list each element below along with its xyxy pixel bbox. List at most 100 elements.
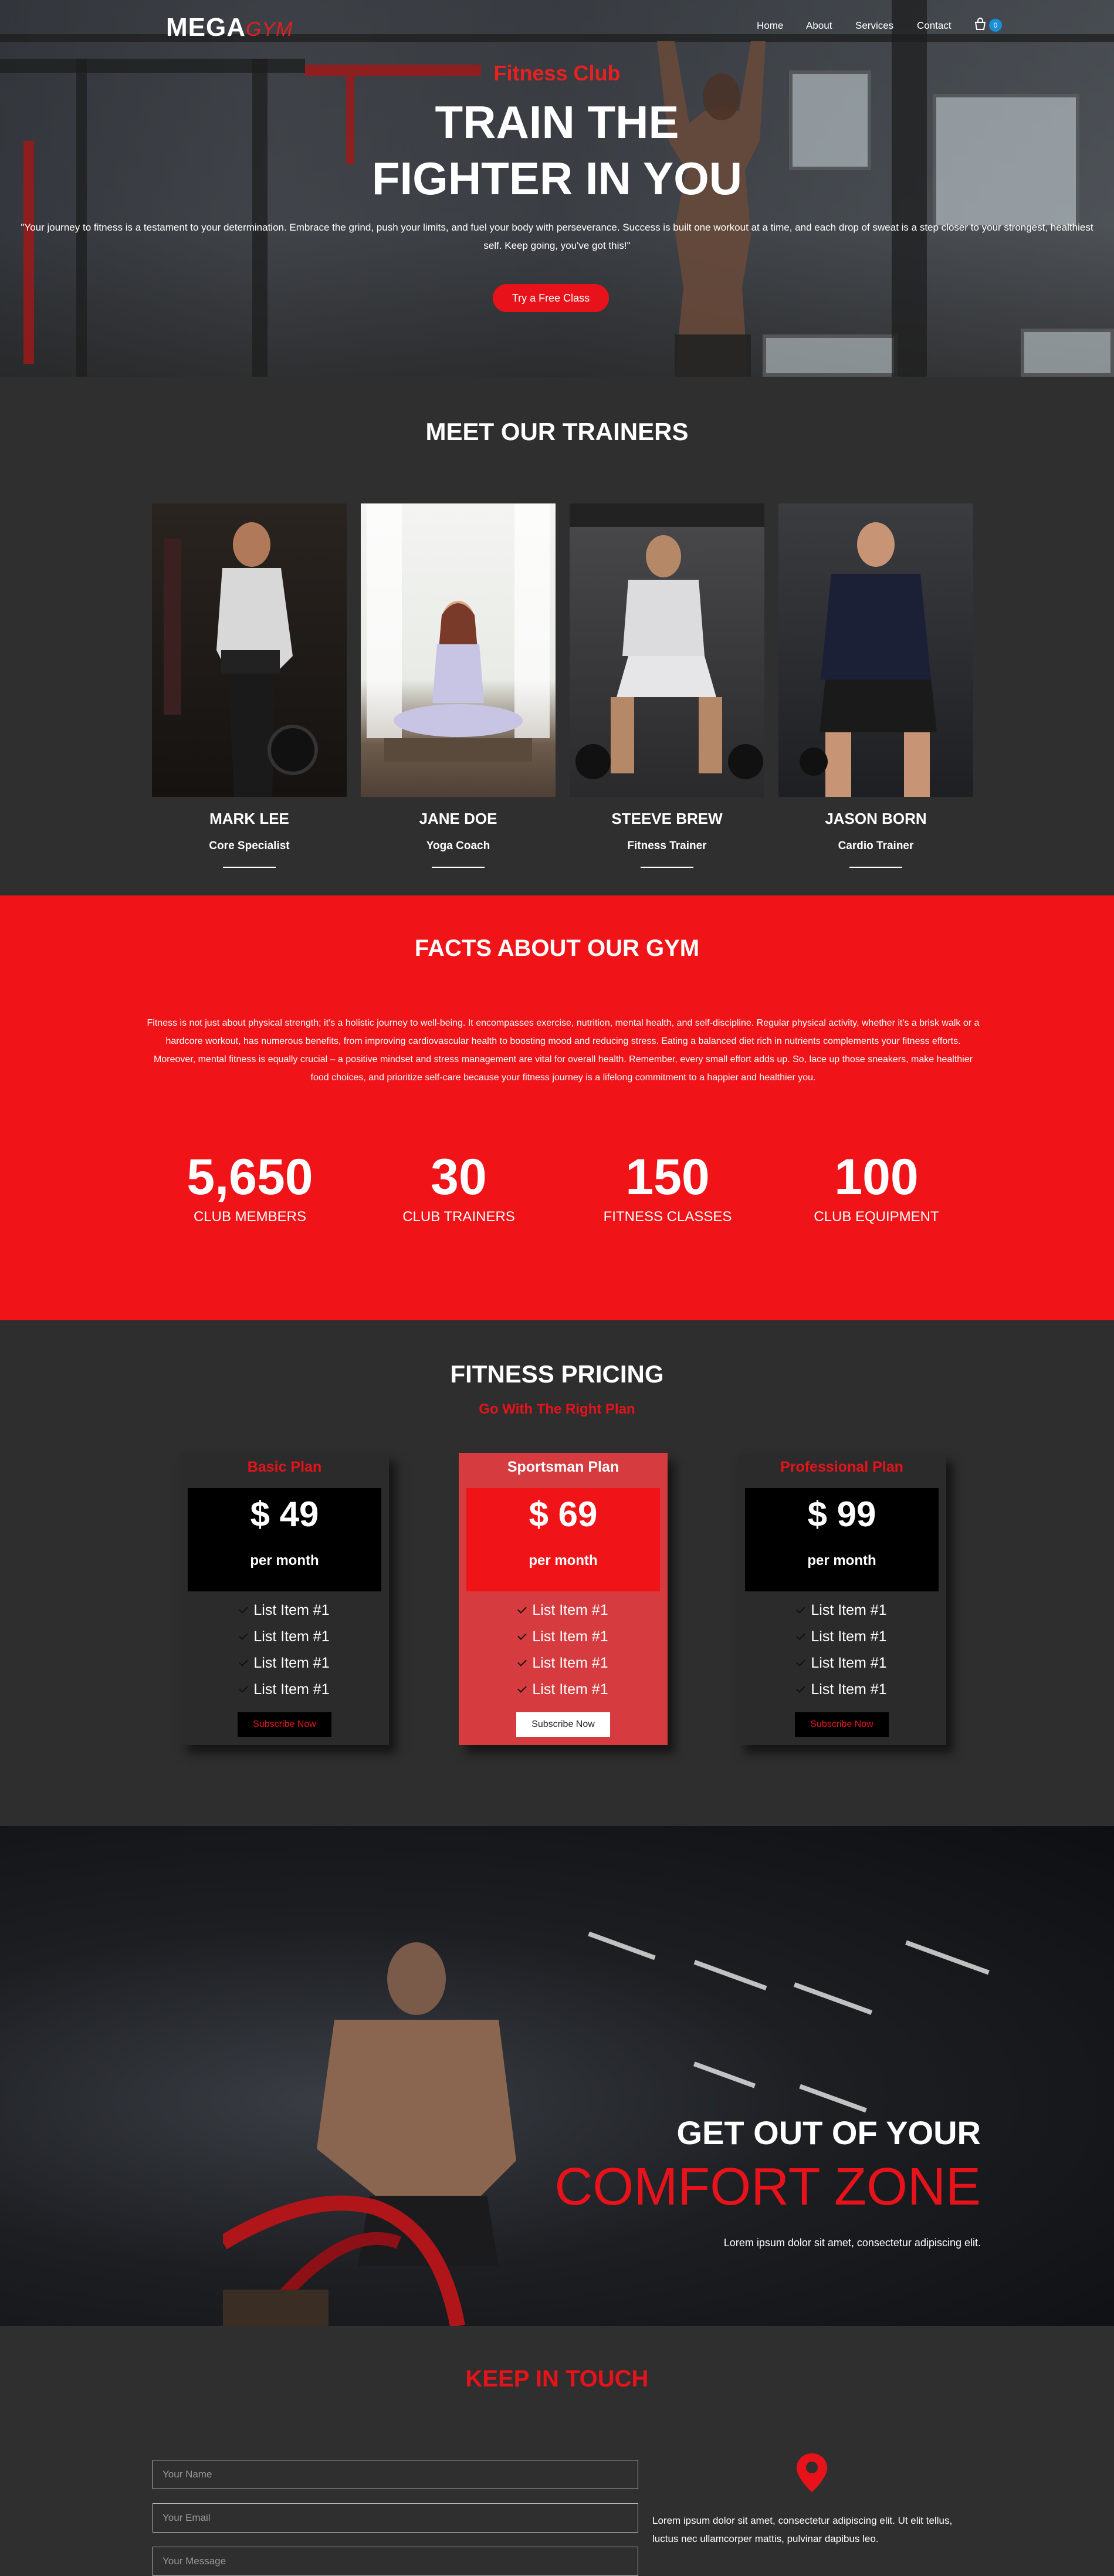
trainer-divider [223, 867, 276, 868]
plan-feature-list: List Item #1 List Item #1 List Item #1 L… [180, 1602, 389, 1708]
stat-item: 30 CLUB TRAINERS [371, 1148, 547, 1225]
ceiling-light [693, 1960, 767, 1990]
trainer-card[interactable]: MARK LEE Core Specialist [152, 503, 347, 868]
plan-name: Sportsman Plan [507, 1459, 619, 1475]
try-free-class-button[interactable]: Try a Free Class [493, 284, 609, 312]
nav-link-services[interactable]: Services [855, 20, 893, 32]
plan-card-basic: Basic Plan $ 49 per month List Item #1 L… [180, 1453, 389, 1745]
plan-feature: List Item #1 [459, 1655, 668, 1681]
pricing-subtitle: Go With The Right Plan [479, 1401, 635, 1417]
trainer-role: Cardio Trainer [838, 840, 914, 852]
check-icon [239, 1683, 249, 1693]
check-icon [239, 1657, 249, 1666]
hero-title-line2: FIGHTER IN YOU [371, 153, 743, 204]
trainer-role: Core Specialist [209, 840, 290, 852]
trainer-photo [361, 503, 556, 797]
check-icon [517, 1631, 527, 1640]
logo-text-accent: GYM [246, 18, 293, 40]
name-field[interactable]: Your Name [153, 2460, 638, 2489]
subscribe-button[interactable]: Subscribe Now [795, 1712, 889, 1737]
stat-label: CLUB TRAINERS [402, 1209, 515, 1225]
message-field[interactable]: Your Message [153, 2547, 638, 2576]
trainer-role: Yoga Coach [426, 840, 490, 852]
nav-link-home[interactable]: Home [757, 20, 783, 32]
trainer-photo [778, 503, 973, 797]
comfort-heading-line1: GET OUT OF YOUR [676, 2114, 981, 2151]
plan-price-box: $ 69 per month [466, 1488, 660, 1591]
nav-link-contact[interactable]: Contact [917, 20, 952, 32]
contact-section: KEEP IN TOUCH Your Name Your Email Your … [0, 2326, 1114, 2576]
check-icon [239, 1604, 249, 1614]
plan-price: $ 69 [529, 1495, 598, 1534]
plan-feature: List Item #1 [459, 1681, 668, 1708]
contact-info-text: Lorem ipsum dolor sit amet, consectetur … [652, 2515, 953, 2544]
ceiling-light [905, 1940, 990, 1975]
stat-item: 150 FITNESS CLASSES [580, 1148, 756, 1225]
trainer-divider [641, 867, 693, 868]
facts-title: FACTS ABOUT OUR GYM [414, 935, 700, 961]
check-icon [796, 1657, 806, 1666]
location-pin-icon [797, 2453, 827, 2492]
trainer-card[interactable]: JANE DOE Yoga Coach [361, 503, 556, 868]
trainer-card[interactable]: JASON BORN Cardio Trainer [778, 503, 973, 868]
check-icon [517, 1657, 527, 1666]
site-logo[interactable]: MEGAGYM [166, 13, 293, 42]
stat-label: CLUB EQUIPMENT [814, 1209, 939, 1225]
facts-text: Fitness is not just about physical stren… [147, 1018, 980, 1083]
stat-label: FITNESS CLASSES [603, 1209, 732, 1225]
plan-feature: List Item #1 [180, 1655, 389, 1681]
plan-feature: List Item #1 [737, 1681, 946, 1708]
hero-kicker: Fitness Club [493, 61, 621, 85]
comfort-heading-line2: COMFORT ZONE [554, 2158, 981, 2216]
plan-feature: List Item #1 [180, 1681, 389, 1708]
trainer-figure [570, 503, 764, 779]
plan-card-professional: Professional Plan $ 99 per month List It… [737, 1453, 946, 1745]
pricing-title: FITNESS PRICING [450, 1360, 664, 1388]
trainers-title: MEET OUR TRAINERS [425, 418, 689, 445]
plan-period: per month [529, 1553, 598, 1568]
hero-athlete-figure [657, 41, 766, 377]
trainer-card[interactable]: STEEVE BREW Fitness Trainer [570, 503, 764, 868]
plan-name: Professional Plan [780, 1459, 903, 1475]
plan-period: per month [250, 1553, 319, 1568]
trainer-name: MARK LEE [209, 810, 289, 827]
pricing-section: FITNESS PRICING Go With The Right Plan B… [0, 1320, 1114, 1826]
subscribe-button[interactable]: Subscribe Now [516, 1712, 610, 1737]
stat-value: 5,650 [187, 1149, 313, 1205]
plan-price: $ 49 [250, 1495, 319, 1534]
plan-feature: List Item #1 [737, 1628, 946, 1655]
plan-feature: List Item #1 [180, 1602, 389, 1628]
trainer-photo [570, 503, 764, 797]
facts-section: FACTS ABOUT OUR GYM Fitness is not just … [0, 895, 1114, 1320]
check-icon [796, 1631, 806, 1640]
trainer-name: JANE DOE [419, 810, 497, 827]
trainers-section: MEET OUR TRAINERS MARK LEE Core Speciali… [0, 377, 1114, 895]
stat-value: 30 [431, 1149, 487, 1205]
hero-bg-window [1021, 329, 1114, 377]
stat-label: CLUB MEMBERS [193, 1209, 307, 1225]
plan-price: $ 99 [807, 1495, 876, 1534]
email-field[interactable]: Your Email [153, 2503, 638, 2533]
trainer-name: STEEVE BREW [611, 810, 723, 827]
plan-price-box: $ 99 per month [745, 1488, 939, 1591]
plan-feature: List Item #1 [737, 1655, 946, 1681]
subscribe-button[interactable]: Subscribe Now [238, 1712, 331, 1737]
cart-icon[interactable] [974, 18, 987, 31]
logo-text-main: MEGA [166, 13, 246, 42]
check-icon [517, 1683, 527, 1693]
stat-value: 150 [625, 1149, 710, 1205]
stat-item: 5,650 CLUB MEMBERS [162, 1148, 338, 1225]
hero-title: TRAIN THE FIGHTER IN YOU [0, 94, 1114, 207]
check-icon [796, 1683, 806, 1693]
trainer-name: JASON BORN [825, 810, 927, 827]
nav-link-about[interactable]: About [806, 20, 832, 32]
plan-name: Basic Plan [247, 1459, 322, 1475]
plan-price-box: $ 49 per month [188, 1488, 381, 1591]
trainer-divider [849, 867, 902, 868]
trainer-photo [152, 503, 347, 797]
trainer-figure [164, 522, 318, 797]
check-icon [796, 1604, 806, 1614]
stat-value: 100 [834, 1149, 919, 1205]
ceiling-light [693, 2061, 756, 2088]
hero-title-line1: TRAIN THE [435, 96, 679, 148]
